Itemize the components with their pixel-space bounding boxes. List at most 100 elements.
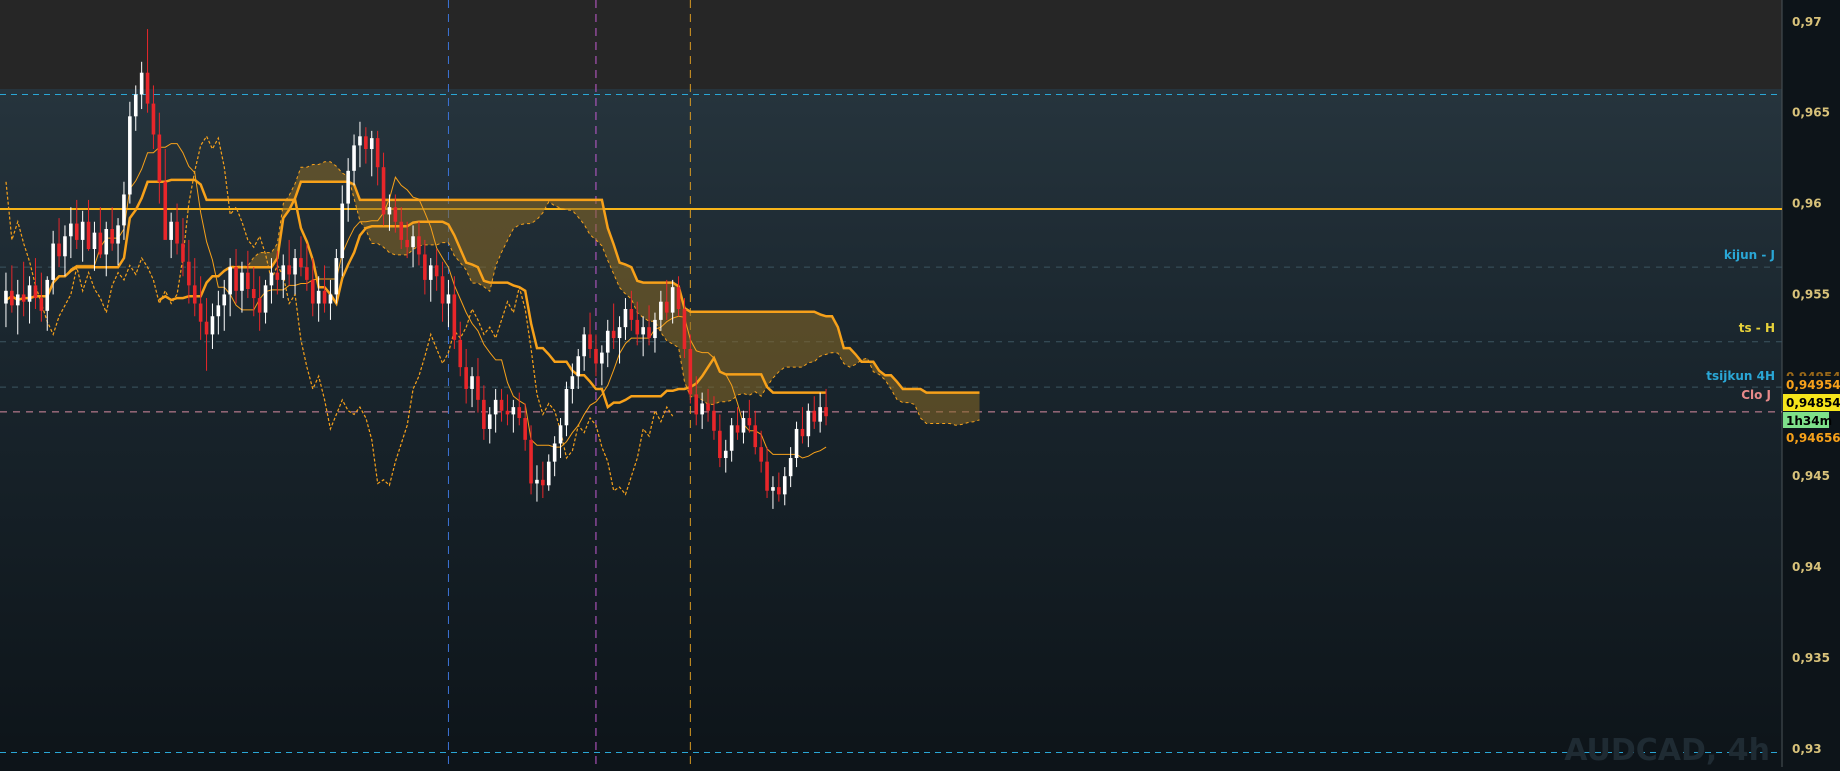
y-tick-label: 0,94 xyxy=(1792,560,1822,574)
candle-bull xyxy=(600,352,604,364)
candle-bear xyxy=(588,334,592,349)
candle-bull xyxy=(45,279,50,311)
candle-bear xyxy=(246,272,250,289)
candle-bull xyxy=(269,272,274,286)
candle-bull xyxy=(617,327,622,339)
candle-bull xyxy=(139,72,144,95)
candle-bear xyxy=(299,258,303,268)
candle-bear xyxy=(417,236,421,255)
candle-bear xyxy=(777,487,781,495)
candle-bear xyxy=(676,287,681,309)
candle-bear xyxy=(718,430,722,459)
candle-bear xyxy=(464,367,468,389)
candle-bull xyxy=(346,170,350,204)
candle-bull xyxy=(582,334,586,357)
candle-bull xyxy=(470,376,474,389)
candle-bear xyxy=(800,428,805,437)
candle-bear xyxy=(753,425,758,448)
candle-bull xyxy=(216,305,221,317)
candle-bear xyxy=(611,330,616,339)
candle-bull xyxy=(80,221,85,240)
candle-bear xyxy=(647,327,651,339)
candle-bear xyxy=(824,407,828,417)
candle-bear xyxy=(682,308,687,349)
candle-bull xyxy=(446,294,451,304)
candle-bull xyxy=(546,461,551,486)
price-tag-1: 0,949545 xyxy=(1786,378,1840,392)
candle-bear xyxy=(110,229,114,244)
candle-bull xyxy=(116,225,120,244)
candle-bear xyxy=(364,136,368,150)
timer-tag: 1h34m xyxy=(1786,414,1832,428)
candle-bear xyxy=(21,294,26,302)
candle-bull xyxy=(334,258,339,295)
kijun-4h-label: tsijkun 4H xyxy=(1706,369,1775,383)
candle-bull xyxy=(670,287,675,313)
y-tick-label: 0,945 xyxy=(1792,469,1830,483)
candle-bear xyxy=(765,461,769,491)
candle-bear xyxy=(735,425,740,433)
candle-bull xyxy=(169,221,173,240)
candle-bull xyxy=(15,294,20,306)
candle-bear xyxy=(812,410,817,422)
candle-bear xyxy=(635,319,640,335)
candle-bull xyxy=(493,399,498,415)
candle-bull xyxy=(806,410,811,437)
candle-bear xyxy=(458,339,463,368)
candle-bear xyxy=(664,301,669,313)
candle-bull xyxy=(741,418,746,433)
candle-bull xyxy=(794,428,799,459)
price-tag-2: 0,948541 xyxy=(1786,396,1840,410)
candle-bear xyxy=(529,439,533,484)
candle-bull xyxy=(771,487,775,491)
candle-bull xyxy=(92,232,97,250)
candle-bull xyxy=(623,308,628,328)
candle-bull xyxy=(293,258,297,275)
candle-bear xyxy=(145,72,150,104)
candle-bull xyxy=(122,194,126,226)
candle-bull xyxy=(558,425,563,444)
candle-bear xyxy=(482,399,486,429)
candle-bull xyxy=(358,136,362,146)
candlestick-chart[interactable]: 0,970,9650,960,9550,950,9450,940,9350,93… xyxy=(0,0,1840,768)
candle-bear xyxy=(393,207,398,222)
symbol-watermark: AUDCAD, 4h xyxy=(1564,733,1770,767)
candle-bull xyxy=(133,94,138,117)
candle-bear xyxy=(157,134,162,182)
candle-bear xyxy=(759,447,763,462)
candle-bull xyxy=(387,207,392,215)
candle-bull xyxy=(222,294,227,306)
candle-bear xyxy=(423,254,427,280)
candle-bear xyxy=(175,221,179,244)
candle-bull xyxy=(782,476,787,495)
candle-bear xyxy=(163,181,168,240)
candle-bull xyxy=(104,229,109,255)
candle-bear xyxy=(712,410,716,431)
candle-bear xyxy=(375,138,380,168)
candle-bull xyxy=(653,319,657,339)
candle-bear xyxy=(499,399,504,411)
candle-bear xyxy=(74,223,79,240)
candle-bull xyxy=(428,265,433,280)
candle-bull xyxy=(51,243,55,280)
clo-j-label: Clo J xyxy=(1741,388,1771,402)
candle-bear xyxy=(747,418,752,426)
candle-bear xyxy=(287,265,291,275)
candle-bear xyxy=(10,290,14,306)
candle-bull xyxy=(641,327,645,335)
candle-bull xyxy=(281,265,286,280)
candle-bull xyxy=(69,223,73,237)
candle-bear xyxy=(234,267,238,291)
candle-bear xyxy=(275,272,280,280)
candle-bull xyxy=(552,443,557,462)
candle-bull xyxy=(369,138,374,150)
candle-bear xyxy=(517,407,522,419)
candle-bull xyxy=(128,116,132,195)
candle-bull xyxy=(659,301,663,320)
candle-bear xyxy=(310,279,315,304)
candle-bull xyxy=(700,403,704,415)
candle-bear xyxy=(440,276,445,304)
candle-bull xyxy=(27,285,32,302)
candle-bull xyxy=(328,294,333,304)
candle-bear xyxy=(251,288,256,299)
